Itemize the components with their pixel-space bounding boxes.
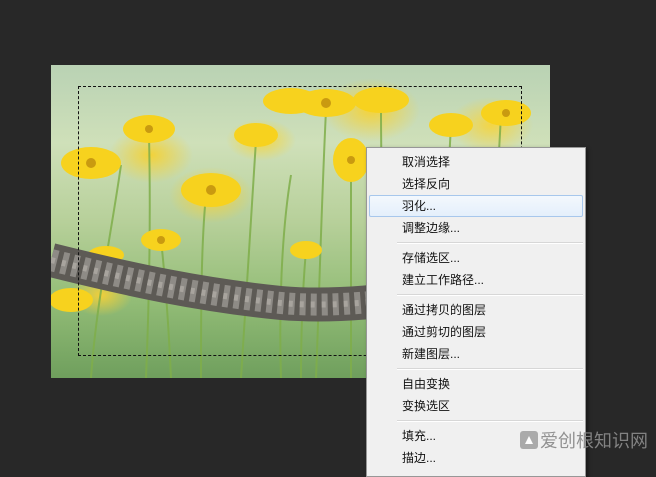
menu-item-deselect[interactable]: 取消选择 — [369, 151, 583, 173]
menu-item-layer-via-cut[interactable]: 通过剪切的图层 — [369, 321, 583, 343]
menu-item-free-transform[interactable]: 自由变换 — [369, 373, 583, 395]
menu-item-refine-edge[interactable]: 调整边缘... — [369, 217, 583, 239]
menu-item-new-layer[interactable]: 新建图层... — [369, 343, 583, 365]
menu-separator — [397, 242, 583, 244]
menu-separator — [397, 294, 583, 296]
watermark-logo-icon — [520, 431, 538, 449]
menu-item-feather[interactable]: 羽化... — [369, 195, 583, 217]
watermark-text: 爱创根知识网 — [540, 431, 648, 452]
menu-separator — [397, 368, 583, 370]
menu-item-layer-via-copy[interactable]: 通过拷贝的图层 — [369, 299, 583, 321]
menu-item-save-selection[interactable]: 存储选区... — [369, 247, 583, 269]
watermark: 爱创根知识网 — [520, 427, 648, 453]
menu-item-select-inverse[interactable]: 选择反向 — [369, 173, 583, 195]
menu-separator — [397, 420, 583, 422]
menu-item-transform-selection[interactable]: 变换选区 — [369, 395, 583, 417]
menu-item-make-work-path[interactable]: 建立工作路径... — [369, 269, 583, 291]
